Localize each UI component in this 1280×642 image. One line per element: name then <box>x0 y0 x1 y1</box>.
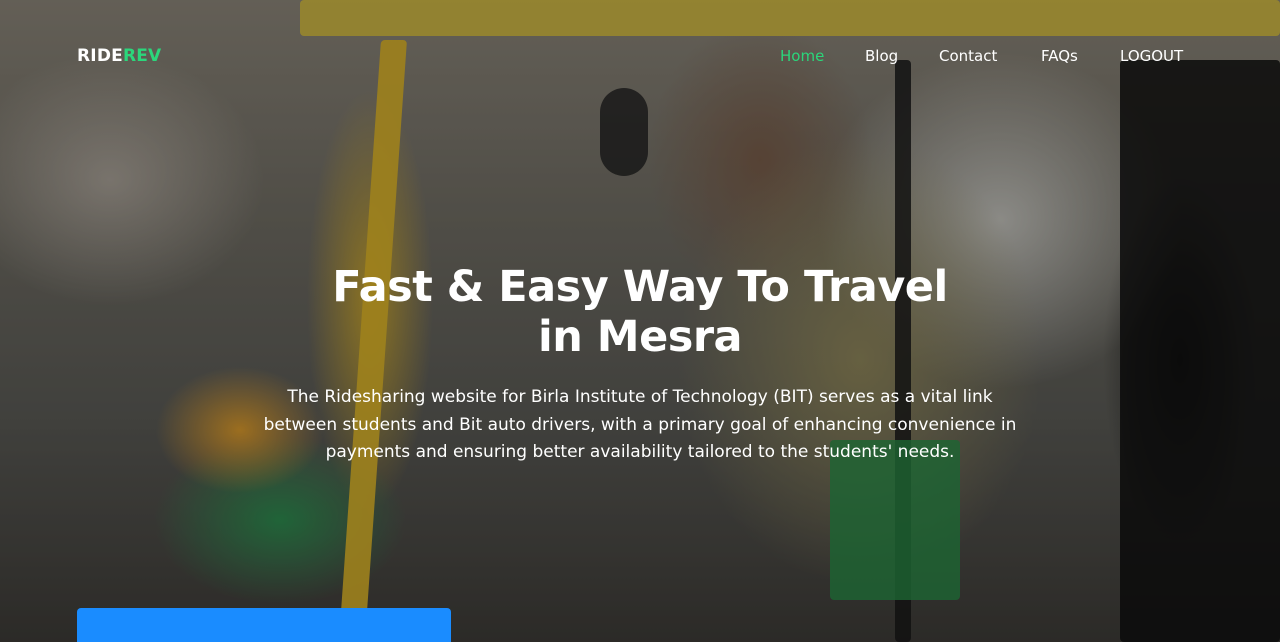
navbar: RIDEREV Home Blog Contact FAQs LOGOUT <box>0 0 1280 112</box>
nav-links: Home Blog Contact FAQs LOGOUT <box>0 47 1280 69</box>
nav-item-home[interactable]: Home <box>780 47 824 65</box>
primary-cta-button[interactable] <box>77 608 451 642</box>
nav-item-contact[interactable]: Contact <box>939 47 997 65</box>
nav-item-faqs[interactable]: FAQs <box>1041 47 1078 65</box>
nav-item-logout[interactable]: LOGOUT <box>1120 47 1183 65</box>
hero-title: Fast & Easy Way To Travel in Mesra <box>332 262 948 362</box>
hero-section: RIDEREV Home Blog Contact FAQs LOGOUT Fa… <box>0 0 1280 642</box>
nav-item-blog[interactable]: Blog <box>865 47 898 65</box>
hero-description: The Ridesharing website for Birla Instit… <box>263 387 1017 462</box>
